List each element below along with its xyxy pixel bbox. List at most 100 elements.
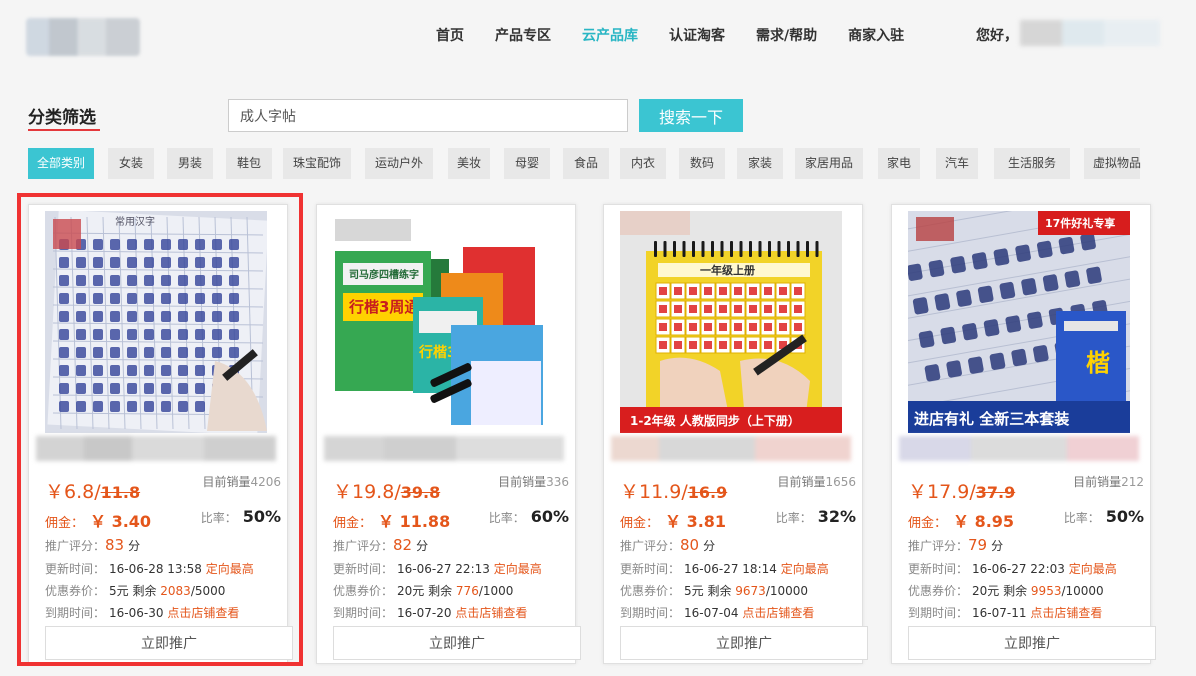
commission: 佣金： ￥ 3.40 xyxy=(45,512,152,531)
category-item[interactable]: 女装 xyxy=(108,148,154,179)
product-card[interactable]: 楷 17件好礼专享 进店有礼 全新三本套装 ￥17.9/37.9 目前销量212… xyxy=(891,204,1156,664)
main-nav: 首页 产品专区 云产品库 认证淘客 需求/帮助 商家入驻 xyxy=(436,25,935,45)
search-input[interactable] xyxy=(228,99,628,132)
nav-certified[interactable]: 认证淘客 xyxy=(669,25,725,45)
product-image[interactable]: 楷 17件好礼专享 进店有礼 全新三本套装 xyxy=(908,211,1130,433)
price-current: ￥6.8 xyxy=(45,481,95,503)
search-button[interactable]: 搜索一下 xyxy=(639,99,743,132)
greeting: 您好， xyxy=(976,28,1018,44)
svg-text:行楷3周通: 行楷3周通 xyxy=(348,298,419,316)
commission-ratio: 比率： 60% xyxy=(488,507,569,526)
category-item[interactable]: 鞋包 xyxy=(226,148,272,179)
update-time: 更新时间： 16-06-27 22:13 定向最高 xyxy=(333,562,542,576)
shop-link[interactable]: 点击店铺查看 xyxy=(1030,606,1102,620)
commission: 佣金： ￥ 11.88 xyxy=(333,512,451,531)
update-time: 更新时间： 16-06-28 13:58 定向最高 xyxy=(45,562,254,576)
commission-ratio: 比率： 50% xyxy=(200,507,281,526)
category-item[interactable]: 生活服务 xyxy=(994,148,1070,179)
price-original: 11.8 xyxy=(100,483,141,502)
top-bar: 首页 产品专区 云产品库 认证淘客 需求/帮助 商家入驻 您好， xyxy=(0,0,1196,70)
product-title-blurred[interactable] xyxy=(324,436,564,461)
category-item[interactable]: 美妆 xyxy=(448,148,490,179)
product-image[interactable]: 一年级上册 1-2年级 人教版同步（上下册） xyxy=(620,211,842,433)
sales-count: 目前销量336 xyxy=(498,475,569,489)
nav-products[interactable]: 产品专区 xyxy=(495,25,551,45)
shop-link[interactable]: 点击店铺查看 xyxy=(455,606,527,620)
image-text: 常用汉字 xyxy=(115,215,155,228)
category-all[interactable]: 全部类别 xyxy=(28,148,94,179)
category-item[interactable]: 男装 xyxy=(167,148,213,179)
site-logo[interactable] xyxy=(26,18,140,56)
category-item[interactable]: 汽车 xyxy=(936,148,978,179)
product-card[interactable]: 司马彦四槽练字 行楷3周通 行楷3周通 ￥19.8/39.8 目前销量336 佣… xyxy=(316,204,581,664)
update-time: 更新时间： 16-06-27 18:14 定向最高 xyxy=(620,562,829,576)
product-title-blurred[interactable] xyxy=(611,436,851,461)
commission-ratio: 比率： 50% xyxy=(1063,507,1144,526)
commission: 佣金： ￥ 3.81 xyxy=(620,512,727,531)
coupon-info: 优惠券价： 20元 剩余 776/1000 xyxy=(333,584,514,598)
price-current: ￥11.9 xyxy=(620,481,682,503)
promo-score: 推广评分：82 分 xyxy=(333,536,429,554)
coupon-info: 优惠券价： 5元 剩余 2083/5000 xyxy=(45,584,226,598)
username-blurred[interactable] xyxy=(1020,20,1160,46)
expire-time: 到期时间： 16-07-04 点击店铺查看 xyxy=(620,606,815,620)
commission-ratio: 比率： 32% xyxy=(775,507,856,526)
category-item[interactable]: 运动户外 xyxy=(365,148,433,179)
coupon-info: 优惠券价： 20元 剩余 9953/10000 xyxy=(908,584,1104,598)
promote-button[interactable]: 立即推广 xyxy=(333,626,581,660)
price-current: ￥17.9 xyxy=(908,481,970,503)
nav-help[interactable]: 需求/帮助 xyxy=(756,25,817,45)
svg-text:1-2年级 人教版同步（上下册）: 1-2年级 人教版同步（上下册） xyxy=(630,413,800,428)
update-time: 更新时间： 16-06-27 22:03 定向最高 xyxy=(908,562,1117,576)
product-card[interactable]: 常用汉字 ￥6.8/11.8 目前销量4206 佣金： ￥ 3.40 比率： 50%… xyxy=(28,204,293,664)
filter-title: 分类筛选 xyxy=(28,108,96,128)
price-original: 37.9 xyxy=(975,483,1016,502)
expire-time: 到期时间： 16-07-20 点击店铺查看 xyxy=(333,606,528,620)
promo-score: 推广评分：83 分 xyxy=(45,536,141,554)
promote-button[interactable]: 立即推广 xyxy=(908,626,1156,660)
price-current: ￥19.8 xyxy=(333,481,395,503)
promo-score: 推广评分：80 分 xyxy=(620,536,716,554)
promo-score: 推广评分：79 分 xyxy=(908,536,1004,554)
product-title-blurred[interactable] xyxy=(36,436,276,461)
sales-count: 目前销量4206 xyxy=(202,475,281,489)
nav-merchant[interactable]: 商家入驻 xyxy=(848,25,904,45)
shop-link[interactable]: 点击店铺查看 xyxy=(742,606,814,620)
expire-time: 到期时间： 16-07-11 点击店铺查看 xyxy=(908,606,1103,620)
product-image[interactable]: 司马彦四槽练字 行楷3周通 行楷3周通 xyxy=(333,211,555,433)
shop-link[interactable]: 点击店铺查看 xyxy=(167,606,239,620)
category-item[interactable]: 内衣 xyxy=(620,148,666,179)
promote-button[interactable]: 立即推广 xyxy=(620,626,868,660)
price: ￥11.9/16.9 xyxy=(620,481,728,503)
sales-count: 目前销量1656 xyxy=(777,475,856,489)
promote-button[interactable]: 立即推广 xyxy=(45,626,293,660)
price: ￥17.9/37.9 xyxy=(908,481,1016,503)
product-title-blurred[interactable] xyxy=(899,436,1139,461)
product-card[interactable]: 一年级上册 1-2年级 人教版同步（上下册） ￥11.9/16.9 目前销量16… xyxy=(603,204,868,664)
price: ￥6.8/11.8 xyxy=(45,481,141,503)
svg-text:司马彦四槽练字: 司马彦四槽练字 xyxy=(349,268,419,281)
svg-text:进店有礼 全新三本套装: 进店有礼 全新三本套装 xyxy=(914,410,1070,428)
coupon-info: 优惠券价： 5元 剩余 9673/10000 xyxy=(620,584,809,598)
svg-text:17件好礼专享: 17件好礼专享 xyxy=(1045,216,1115,230)
sales-count: 目前销量212 xyxy=(1073,475,1144,489)
price: ￥19.8/39.8 xyxy=(333,481,441,503)
expire-time: 到期时间： 16-06-30 点击店铺查看 xyxy=(45,606,240,620)
svg-text:楷: 楷 xyxy=(1086,349,1110,377)
category-item[interactable]: 母婴 xyxy=(504,148,550,179)
commission: 佣金： ￥ 8.95 xyxy=(908,512,1015,531)
nav-home[interactable]: 首页 xyxy=(436,25,464,45)
category-item[interactable]: 食品 xyxy=(563,148,609,179)
category-item[interactable]: 珠宝配饰 xyxy=(283,148,351,179)
price-original: 16.9 xyxy=(687,483,728,502)
price-original: 39.8 xyxy=(400,483,441,502)
category-item[interactable]: 家居用品 xyxy=(795,148,863,179)
filter-title-underline xyxy=(28,129,100,131)
svg-text:一年级上册: 一年级上册 xyxy=(700,263,755,277)
category-item[interactable]: 家装 xyxy=(737,148,783,179)
category-item[interactable]: 数码 xyxy=(679,148,725,179)
category-item[interactable]: 家电 xyxy=(878,148,920,179)
category-item[interactable]: 虚拟物品 xyxy=(1084,148,1141,179)
product-image[interactable]: 常用汉字 xyxy=(45,211,267,433)
nav-cloud-library[interactable]: 云产品库 xyxy=(582,25,638,45)
